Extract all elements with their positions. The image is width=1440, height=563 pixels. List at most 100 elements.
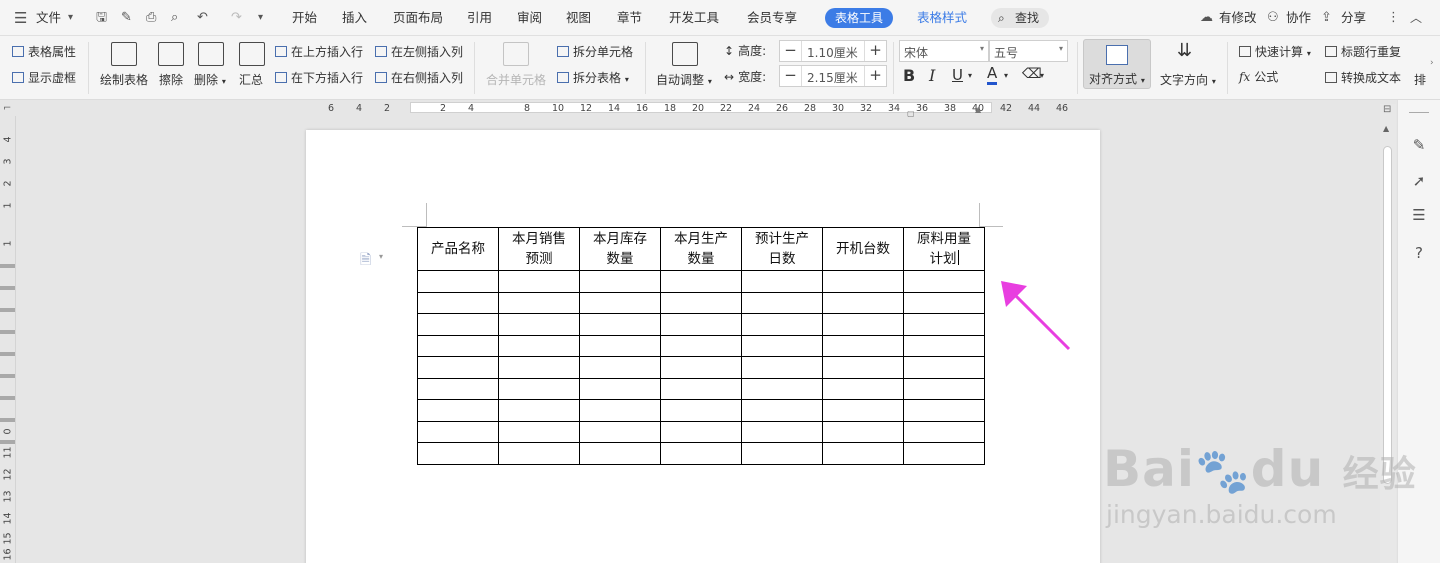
- table-cell[interactable]: [903, 313, 985, 336]
- scroll-top-icon[interactable]: ⊟: [1383, 104, 1391, 115]
- underline-button[interactable]: U: [952, 66, 963, 84]
- italic-button[interactable]: I: [929, 66, 935, 85]
- convert-to-text-button[interactable]: 转换成文本: [1325, 69, 1401, 86]
- table-cell[interactable]: [498, 356, 580, 379]
- column-width-decrease-button[interactable]: −: [780, 66, 802, 86]
- table-cell[interactable]: [417, 377, 499, 400]
- quick-access-dropdown-icon[interactable]: ▾: [258, 0, 263, 36]
- header-cell[interactable]: 产品名称: [417, 227, 499, 271]
- delete-button[interactable]: 删除 ▾: [194, 71, 226, 88]
- table-cell[interactable]: [741, 377, 823, 400]
- insert-column-left-button[interactable]: 在左侧插入列: [375, 43, 463, 60]
- table-cell[interactable]: [417, 399, 499, 422]
- table-cell[interactable]: [498, 313, 580, 336]
- redo-icon[interactable]: ↷: [231, 0, 242, 36]
- ribbon-scroll-right-icon[interactable]: ›: [1430, 58, 1434, 68]
- table-cell[interactable]: [822, 442, 904, 465]
- header-cell[interactable]: 本月销售 预测: [498, 227, 580, 271]
- table-cell[interactable]: [903, 399, 985, 422]
- table-cell[interactable]: [660, 356, 742, 379]
- font-size-select[interactable]: 五号 ▾: [989, 40, 1068, 62]
- chevron-down-icon[interactable]: ▾: [379, 252, 383, 261]
- table-properties-button[interactable]: 表格属性: [12, 43, 76, 60]
- tab-table-tools[interactable]: 表格工具: [825, 8, 894, 28]
- table-cell[interactable]: [903, 442, 985, 465]
- collapse-ribbon-icon[interactable]: ︿: [1410, 0, 1422, 36]
- table-cell[interactable]: [903, 377, 985, 400]
- repeat-header-button[interactable]: 标题行重复: [1325, 43, 1401, 60]
- chevron-down-icon[interactable]: ▾: [68, 0, 73, 36]
- table-cell[interactable]: [903, 356, 985, 379]
- collaborate-button[interactable]: 协作: [1286, 0, 1311, 36]
- underline-dropdown-icon[interactable]: ▾: [968, 71, 972, 80]
- share-button[interactable]: 分享: [1341, 0, 1366, 36]
- font-color-dropdown-icon[interactable]: ▾: [1004, 71, 1008, 80]
- header-cell[interactable]: 本月生产 数量: [660, 227, 742, 271]
- undo-icon[interactable]: ↶: [197, 0, 208, 36]
- table-cell[interactable]: [741, 356, 823, 379]
- table-cell[interactable]: [741, 442, 823, 465]
- save-icon[interactable]: 🖫: [96, 0, 107, 36]
- table-cell[interactable]: [579, 291, 661, 314]
- table-cell[interactable]: [417, 313, 499, 336]
- table-cell[interactable]: [579, 334, 661, 357]
- table-cell[interactable]: [417, 291, 499, 314]
- table-cell[interactable]: [741, 313, 823, 336]
- table-cell[interactable]: [822, 334, 904, 357]
- product-plan-table[interactable]: 产品名称 本月销售 预测 本月库存 数量 本月生产 数量 预计生产 日数 开机台数 原料…: [417, 227, 985, 465]
- alignment-button[interactable]: 对齐方式 ▾: [1083, 39, 1151, 89]
- table-cell[interactable]: [822, 356, 904, 379]
- column-width-stepper[interactable]: − 2.15厘米 +: [779, 65, 887, 87]
- font-name-select[interactable]: 宋体 ▾: [899, 40, 989, 62]
- has-changes-status[interactable]: 有修改: [1219, 0, 1257, 36]
- column-width-increase-button[interactable]: +: [864, 66, 886, 86]
- table-cell[interactable]: [822, 420, 904, 443]
- table-cell[interactable]: [417, 356, 499, 379]
- table-cell[interactable]: [579, 270, 661, 293]
- erase-button[interactable]: 擦除: [159, 71, 183, 88]
- table-cell[interactable]: [417, 442, 499, 465]
- tab-page-layout[interactable]: 页面布局: [393, 0, 443, 36]
- tab-insert[interactable]: 插入: [342, 0, 367, 36]
- text-direction-button[interactable]: 文字方向 ▾: [1160, 71, 1216, 88]
- quick-calc-button[interactable]: 快速计算 ▾: [1239, 43, 1311, 60]
- table-cell[interactable]: [822, 270, 904, 293]
- header-cell[interactable]: 预计生产 日数: [741, 227, 823, 271]
- table-cell[interactable]: [660, 399, 742, 422]
- table-cell[interactable]: [822, 291, 904, 314]
- tab-view[interactable]: 视图: [566, 0, 591, 36]
- sort-button[interactable]: 排: [1414, 71, 1426, 88]
- format-painter-icon[interactable]: ✎: [121, 0, 132, 36]
- row-height-decrease-button[interactable]: −: [780, 41, 802, 61]
- table-cell[interactable]: [498, 334, 580, 357]
- ruler-corner-icon[interactable]: ⌐: [3, 103, 11, 114]
- font-color-button[interactable]: A: [987, 65, 998, 85]
- table-cell[interactable]: [903, 334, 985, 357]
- split-cells-button[interactable]: 拆分单元格: [557, 43, 633, 60]
- scrollbar-thumb[interactable]: [1383, 146, 1392, 484]
- table-cell[interactable]: [579, 377, 661, 400]
- table-cell[interactable]: [660, 442, 742, 465]
- file-menu[interactable]: 文件: [36, 0, 61, 36]
- table-cell[interactable]: [417, 270, 499, 293]
- table-cell[interactable]: [660, 313, 742, 336]
- table-cell[interactable]: [903, 420, 985, 443]
- table-cell[interactable]: [741, 334, 823, 357]
- insert-column-right-button[interactable]: 在右侧插入列: [375, 69, 463, 86]
- ruler-right-indent-icon[interactable]: ▲: [975, 105, 981, 114]
- table-cell[interactable]: [741, 291, 823, 314]
- header-cell-active[interactable]: 原料用量 计划: [903, 227, 985, 271]
- table-cell[interactable]: [660, 291, 742, 314]
- row-height-stepper[interactable]: − 1.10厘米 +: [779, 40, 887, 62]
- table-cell[interactable]: [903, 270, 985, 293]
- table-cell[interactable]: [498, 377, 580, 400]
- vertical-ruler[interactable]: 4 3 2 1 1 0 11 12 13 14 15 16: [0, 116, 16, 563]
- paragraph-layout-icon[interactable]: 🗎: [360, 249, 371, 273]
- table-cell[interactable]: [579, 313, 661, 336]
- print-preview-icon[interactable]: ⌕: [171, 0, 178, 36]
- more-options-icon[interactable]: ⋮: [1387, 0, 1400, 36]
- table-cell[interactable]: [822, 377, 904, 400]
- table-cell[interactable]: [660, 377, 742, 400]
- tab-table-style[interactable]: 表格样式: [917, 0, 967, 36]
- select-cursor-icon[interactable]: ➚: [1410, 172, 1428, 190]
